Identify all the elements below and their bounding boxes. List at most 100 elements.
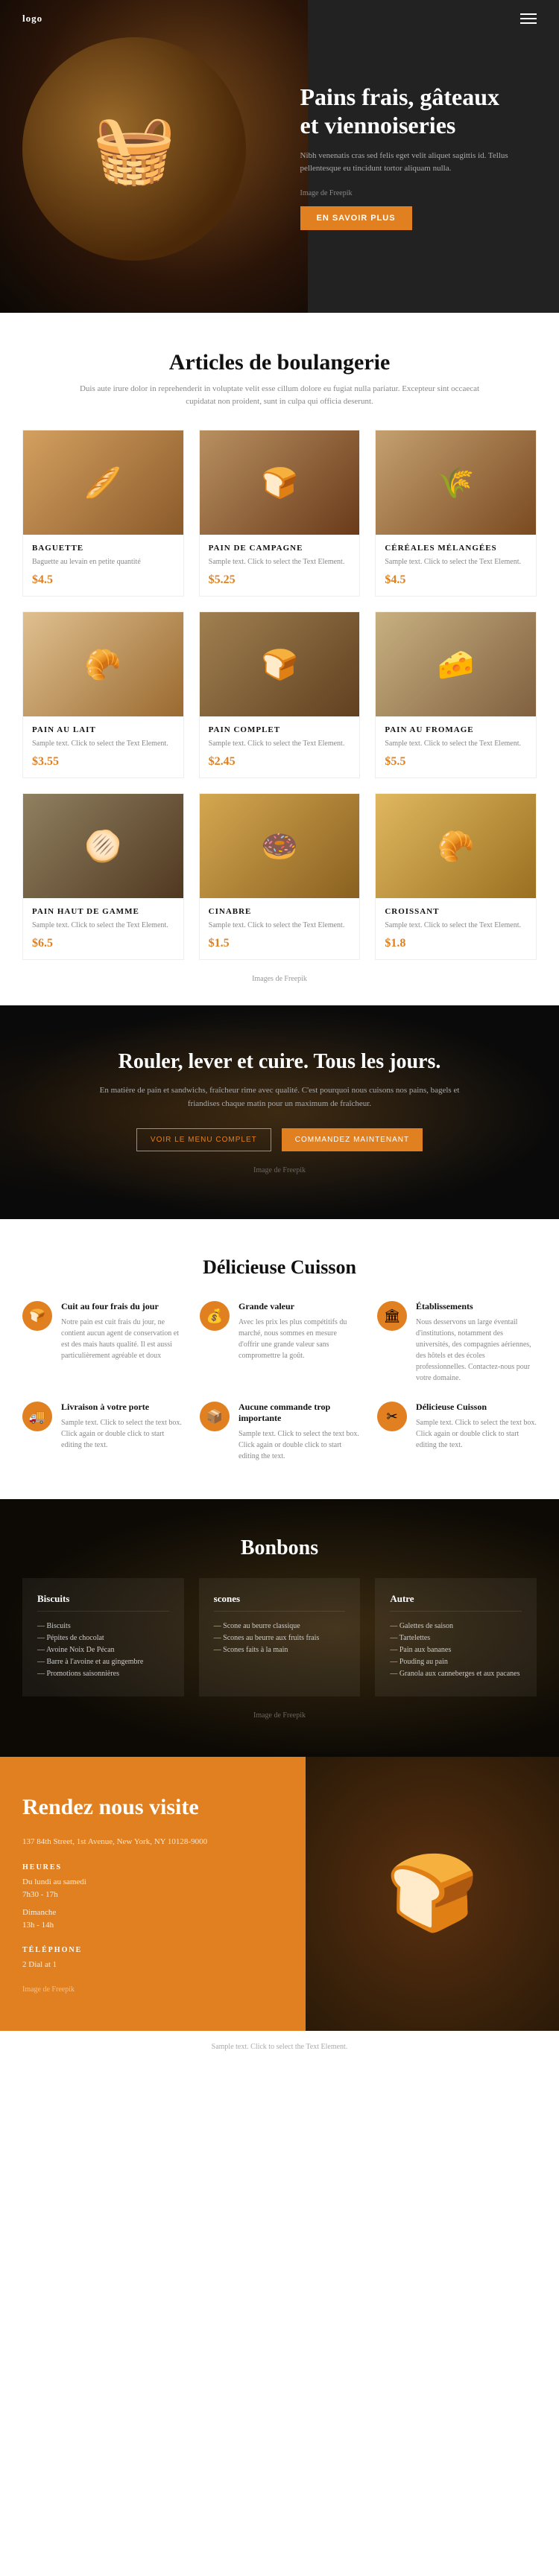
product-info: CROISSANT Sample text. Click to select t… xyxy=(376,898,536,959)
product-card: 🍞 PAIN COMPLET Sample text. Click to sel… xyxy=(199,611,361,778)
product-description: Sample text. Click to select the Text El… xyxy=(209,557,351,567)
feature-title: Grande valeur xyxy=(239,1301,359,1312)
order-now-button[interactable]: COMMANDEZ MAINTENANT xyxy=(282,1128,423,1151)
product-name: BAGUETTE xyxy=(32,544,174,553)
feature-description: Sample text. Click to select the text bo… xyxy=(239,1428,359,1462)
product-info: PAIN HAUT DE GAMME Sample text. Click to… xyxy=(23,898,183,959)
product-name: PAIN HAUT DE GAMME xyxy=(32,907,174,916)
bonbon-card-title: Autre xyxy=(390,1593,522,1612)
bonbons-title: Bonbons xyxy=(22,1536,537,1560)
feature-icon: ✂ xyxy=(377,1402,407,1431)
bonbon-item: Scones au beurre aux fruits frais xyxy=(214,1634,346,1642)
visit-hours-sunday: Dimanche13h - 14h xyxy=(22,1906,283,1933)
dark-banner-content: Rouler, lever et cuire. Tous les jours. … xyxy=(22,1050,537,1174)
feature-item: ✂ Délicieuse Cuisson Sample text. Click … xyxy=(377,1402,537,1462)
feature-icon: 🚚 xyxy=(22,1402,52,1431)
visit-phone-block: TÉLÉPHONE 2 Dial at 1 xyxy=(22,1946,283,1972)
bonbon-item: Pain aux bananes xyxy=(390,1646,522,1654)
product-name: CINABRE xyxy=(209,907,351,916)
articles-subtitle: Duis aute irure dolor in reprehenderit i… xyxy=(75,383,484,407)
feature-text: Grande valeur Avec les prix les plus com… xyxy=(239,1301,359,1361)
feature-text: Établissements Nous desservons un large … xyxy=(416,1301,537,1384)
bonbons-section: Bonbons Biscuits BiscuitsPépites de choc… xyxy=(0,1499,559,1757)
bonbon-item: Tartelettes xyxy=(390,1634,522,1642)
product-description: Sample text. Click to select the Text El… xyxy=(32,920,174,931)
feature-description: Sample text. Click to select the text bo… xyxy=(416,1417,537,1451)
feature-item: 📦 Aucune commande trop importante Sample… xyxy=(200,1402,359,1462)
product-info: PAIN AU FROMAGE Sample text. Click to se… xyxy=(376,716,536,777)
bonbon-item: Galettes de saison xyxy=(390,1622,522,1630)
product-price: $3.55 xyxy=(32,755,174,769)
feature-title: Délicieuse Cuisson xyxy=(416,1402,537,1413)
hero-image-credit: Image de Freepik xyxy=(300,189,522,197)
bonbon-item: Biscuits xyxy=(37,1622,169,1630)
product-description: Sample text. Click to select the Text El… xyxy=(209,739,351,749)
bonbon-item: Scones faits à la main xyxy=(214,1646,346,1654)
feature-title: Cuit au four frais du jour xyxy=(61,1301,182,1312)
product-price: $5.5 xyxy=(385,755,527,769)
dark-banner-section: Rouler, lever et cuire. Tous les jours. … xyxy=(0,1005,559,1219)
feature-icon: 📦 xyxy=(200,1402,230,1431)
view-menu-button[interactable]: VOIR LE MENU COMPLET xyxy=(136,1128,271,1151)
visit-section: Rendez nous visite 137 84th Street, 1st … xyxy=(0,1757,559,2030)
bonbon-item: Scone au beurre classique xyxy=(214,1622,346,1630)
visit-phone: 2 Dial at 1 xyxy=(22,1959,283,1972)
feature-icon: 💰 xyxy=(200,1301,230,1331)
bonbon-card: Biscuits BiscuitsPépites de chocolatAvoi… xyxy=(22,1578,184,1696)
product-info: CINABRE Sample text. Click to select the… xyxy=(200,898,360,959)
product-price: $5.25 xyxy=(209,573,351,587)
product-card: 🫓 PAIN HAUT DE GAMME Sample text. Click … xyxy=(22,793,184,960)
feature-item: 🏛 Établissements Nous desservons un larg… xyxy=(377,1301,537,1384)
visit-hours-weekday: Du lundi au samedi7h30 - 17h xyxy=(22,1876,283,1902)
hero-title: Pains frais, gâteaux et viennoiseries xyxy=(300,83,522,140)
bonbon-item: Avoine Noix De Pécan xyxy=(37,1646,169,1654)
feature-title: Établissements xyxy=(416,1301,537,1312)
bonbon-item: Pépites de chocolat xyxy=(37,1634,169,1642)
product-image: 🥖 xyxy=(23,430,183,535)
logo: logo xyxy=(22,13,42,25)
feature-icon: 🏛 xyxy=(377,1301,407,1331)
visit-hours-label: HEURES xyxy=(22,1863,283,1871)
feature-title: Livraison à votre porte xyxy=(61,1402,182,1413)
product-image: 🍞 xyxy=(200,430,360,535)
feature-text: Cuit au four frais du jour Notre pain es… xyxy=(61,1301,182,1361)
navbar: logo xyxy=(0,0,559,37)
product-info: PAIN COMPLET Sample text. Click to selec… xyxy=(200,716,360,777)
product-price: $4.5 xyxy=(385,573,527,587)
hero-content: Pains frais, gâteaux et viennoiseries Ni… xyxy=(285,0,537,313)
product-card: 🍩 CINABRE Sample text. Click to select t… xyxy=(199,793,361,960)
bonbon-card: Autre Galettes de saison Tartelettes Pain … xyxy=(375,1578,537,1696)
products-grid: 🥖 BAGUETTE Baguette au levain en petite … xyxy=(22,430,537,960)
product-image: 🥐 xyxy=(376,794,536,898)
feature-icon: 🍞 xyxy=(22,1301,52,1331)
footer: Sample text. Click to select the Text El… xyxy=(0,2031,559,2063)
features-title: Délicieuse Cuisson xyxy=(22,1256,537,1279)
footer-note: Sample text. Click to select the Text El… xyxy=(212,2043,348,2051)
product-card: 🥐 CROISSANT Sample text. Click to select… xyxy=(375,793,537,960)
product-price: $4.5 xyxy=(32,573,174,587)
bread-icon: 🍞 xyxy=(386,1850,479,1937)
bonbons-image-credit: Image de Freepik xyxy=(22,1711,537,1720)
dark-banner-title: Rouler, lever et cuire. Tous les jours. xyxy=(22,1050,537,1074)
product-name: CÉRÉALES MÉLANGÉES xyxy=(385,544,527,553)
product-price: $1.8 xyxy=(385,937,527,950)
visit-image: 🍞 xyxy=(306,1757,559,2030)
product-description: Sample text. Click to select the Text El… xyxy=(32,739,174,749)
product-image: 🌾 xyxy=(376,430,536,535)
bonbon-card: scones Scone au beurre classique Scones a… xyxy=(199,1578,361,1696)
bonbon-card-title: scones xyxy=(214,1593,346,1612)
product-name: CROISSANT xyxy=(385,907,527,916)
hero-cta-button[interactable]: EN SAVOIR PLUS xyxy=(300,206,412,230)
visit-image-credit: Image de Freepik xyxy=(22,1985,283,1994)
feature-description: Nous desservons un large éventail d'inst… xyxy=(416,1317,537,1384)
product-image: 🥐 xyxy=(23,612,183,716)
bonbon-item: Promotions saisonnières xyxy=(37,1670,169,1678)
product-image: 🍞 xyxy=(200,612,360,716)
dark-banner-buttons: VOIR LE MENU COMPLET COMMANDEZ MAINTENAN… xyxy=(22,1128,537,1151)
product-info: BAGUETTE Baguette au levain en petite qu… xyxy=(23,535,183,596)
feature-item: 🍞 Cuit au four frais du jour Notre pain … xyxy=(22,1301,182,1384)
features-section: Délicieuse Cuisson 🍞 Cuit au four frais … xyxy=(0,1219,559,1499)
hamburger-menu-button[interactable] xyxy=(520,10,537,27)
product-card: 🧀 PAIN AU FROMAGE Sample text. Click to … xyxy=(375,611,537,778)
product-name: PAIN AU LAIT xyxy=(32,725,174,734)
